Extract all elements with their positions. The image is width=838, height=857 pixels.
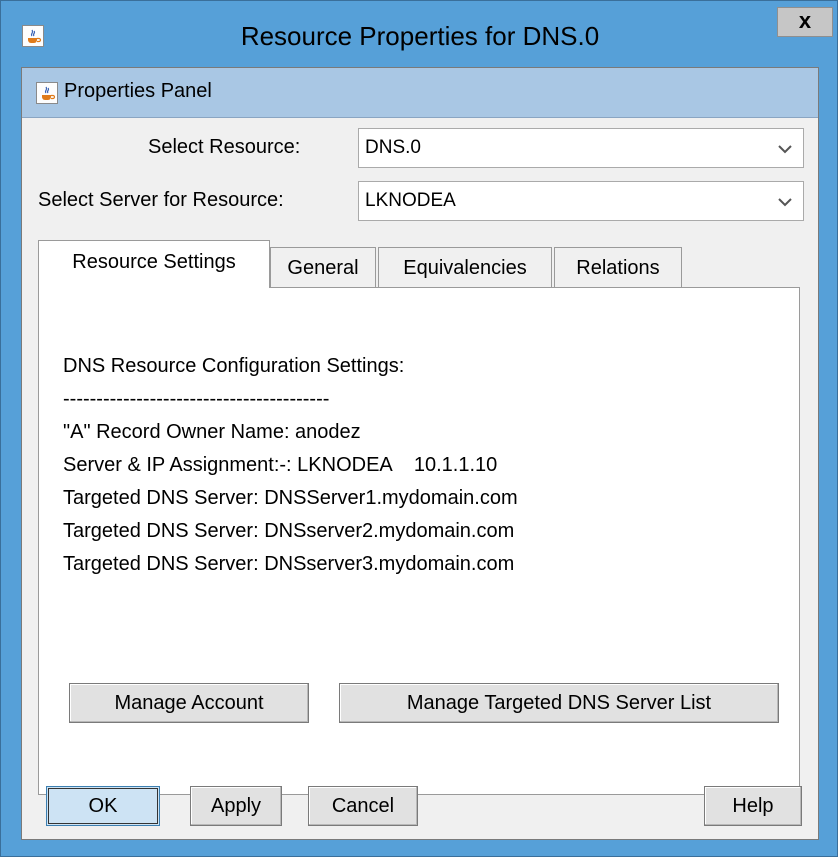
tab-equivalencies[interactable]: Equivalencies — [378, 247, 552, 289]
chevron-down-icon — [778, 198, 792, 207]
select-server-label: Select Server for Resource: — [38, 189, 284, 211]
settings-heading: DNS Resource Configuration Settings: — [63, 355, 405, 377]
properties-window: Resource Properties for DNS.0 x Properti… — [0, 0, 838, 857]
help-button[interactable]: Help — [704, 786, 802, 826]
manage-dns-server-list-button[interactable]: Manage Targeted DNS Server List — [339, 683, 779, 723]
select-server-value: LKNODEA — [365, 190, 456, 211]
server-ip-line: Server & IP Assignment:-: LKNODEA 10.1.1… — [63, 454, 498, 476]
java-coffee-cup-icon — [36, 82, 58, 104]
select-resource-label: Select Resource: — [148, 136, 301, 158]
window-titlebar[interactable]: Resource Properties for DNS.0 x — [1, 1, 837, 75]
close-button[interactable]: x — [777, 7, 833, 37]
ok-button[interactable]: OK — [46, 786, 160, 826]
apply-button[interactable]: Apply — [190, 786, 282, 826]
tab-general[interactable]: General — [270, 247, 376, 289]
record-owner-line: "A" Record Owner Name: anodez — [63, 421, 361, 443]
dns-configuration-text: DNS Resource Configuration Settings: ---… — [63, 350, 518, 581]
window-title: Resource Properties for DNS.0 — [240, 21, 600, 51]
manage-account-button[interactable]: Manage Account — [69, 683, 309, 723]
close-icon: x — [798, 8, 812, 33]
tab-relations[interactable]: Relations — [554, 247, 682, 289]
dns-server-line: Targeted DNS Server: DNSserver3.mydomain… — [63, 553, 515, 575]
select-resource-value: DNS.0 — [365, 137, 421, 158]
dns-server-line: Targeted DNS Server: DNSServer1.mydomain… — [63, 487, 518, 509]
select-resource-dropdown[interactable]: DNS.0 — [358, 128, 804, 168]
dns-server-line: Targeted DNS Server: DNSserver2.mydomain… — [63, 520, 515, 542]
panel-title: Properties Panel — [64, 80, 212, 102]
chevron-down-icon — [778, 145, 792, 154]
dialog-client-area: Properties Panel Select Resource: DNS.0 … — [21, 67, 819, 840]
tab-resource-settings[interactable]: Resource Settings — [38, 240, 270, 288]
resource-settings-panel: DNS Resource Configuration Settings: ---… — [38, 287, 800, 795]
select-server-dropdown[interactable]: LKNODEA — [358, 181, 804, 221]
properties-panel-header: Properties Panel — [22, 68, 818, 118]
cancel-button[interactable]: Cancel — [308, 786, 418, 826]
settings-separator: ---------------------------------------- — [63, 388, 330, 410]
